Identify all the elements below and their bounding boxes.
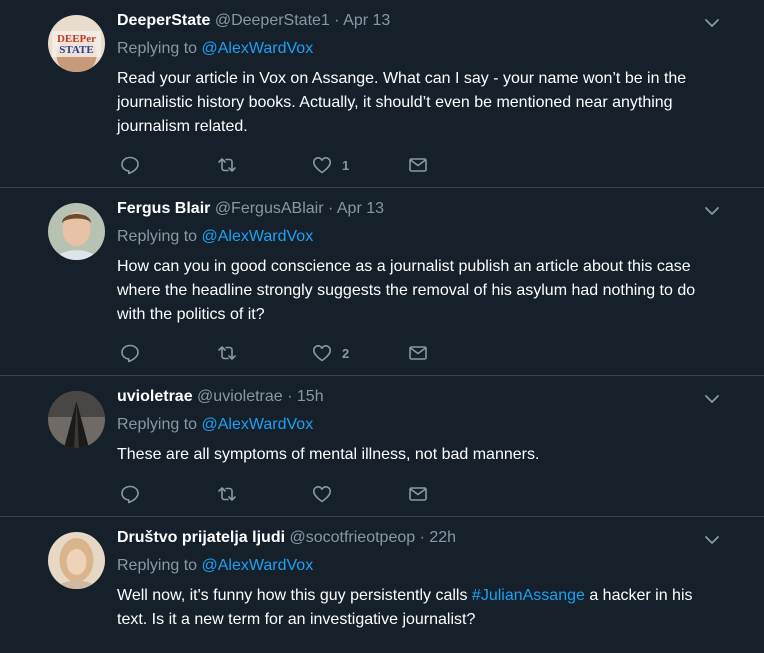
user-handle[interactable]: @socotfrieotpeop bbox=[289, 529, 415, 546]
tweet[interactable]: uvioletrae @uvioletrae · 15h Replying to… bbox=[0, 376, 764, 517]
reply-icon bbox=[121, 156, 139, 175]
reply-button[interactable] bbox=[120, 484, 150, 504]
hashtag-link[interactable]: #JulianAssange bbox=[472, 587, 585, 604]
like-button[interactable]: 1 bbox=[312, 155, 349, 175]
direct-message-button[interactable] bbox=[408, 484, 428, 504]
display-name[interactable]: Društvo prijatelja ljudi bbox=[117, 529, 285, 546]
mention-link[interactable]: @AlexWardVox bbox=[202, 557, 314, 574]
chevron-down-icon[interactable] bbox=[704, 15, 720, 31]
chevron-down-icon[interactable] bbox=[704, 532, 720, 548]
separator: · bbox=[287, 388, 293, 405]
separator: · bbox=[327, 200, 334, 217]
direct-message-icon bbox=[409, 158, 427, 172]
retweet-icon bbox=[218, 346, 236, 360]
like-button[interactable] bbox=[312, 484, 342, 504]
tweet[interactable]: Fergus Blair @FergusABlair · Apr 13 Repl… bbox=[0, 188, 764, 376]
reply-button[interactable] bbox=[120, 155, 150, 175]
reply-icon bbox=[121, 485, 139, 504]
mention-link[interactable]: @AlexWardVox bbox=[202, 416, 314, 433]
mention-link[interactable]: @AlexWardVox bbox=[202, 228, 314, 245]
direct-message-button[interactable] bbox=[408, 155, 428, 175]
retweet-icon bbox=[218, 158, 236, 172]
like-icon bbox=[313, 486, 331, 503]
replying-to: Replying to @AlexWardVox bbox=[117, 39, 313, 59]
tweet-header: Fergus Blair @FergusABlair · Apr 13 bbox=[117, 199, 384, 219]
action-bar: 1 bbox=[117, 155, 437, 175]
mention-link[interactable]: @AlexWardVox bbox=[202, 40, 314, 57]
display-name[interactable]: Fergus Blair bbox=[117, 200, 210, 217]
retweet-button[interactable] bbox=[216, 484, 248, 504]
like-icon bbox=[313, 157, 331, 174]
tweet-header: uvioletrae @uvioletrae · 15h bbox=[117, 387, 324, 407]
display-name[interactable]: DeeperState bbox=[117, 12, 210, 29]
replying-to: Replying to @AlexWardVox bbox=[117, 556, 313, 576]
direct-message-icon bbox=[409, 346, 427, 360]
user-handle[interactable]: @uvioletrae bbox=[197, 388, 283, 405]
avatar[interactable] bbox=[48, 391, 105, 448]
like-button[interactable]: 2 bbox=[312, 343, 349, 363]
replying-to: Replying to @AlexWardVox bbox=[117, 227, 313, 247]
separator: · bbox=[334, 12, 340, 29]
reply-icon bbox=[121, 344, 139, 363]
avatar[interactable] bbox=[48, 203, 105, 260]
tweet-text: How can you in good conscience as a jour… bbox=[117, 258, 696, 323]
tweet[interactable]: Društvo prijatelja ljudi @socotfrieotpeo… bbox=[0, 517, 764, 653]
direct-message-icon bbox=[409, 487, 427, 501]
timestamp[interactable]: Apr 13 bbox=[343, 12, 390, 29]
timestamp[interactable]: Apr 13 bbox=[337, 200, 384, 217]
avatar[interactable] bbox=[48, 532, 105, 589]
retweet-button[interactable] bbox=[216, 155, 248, 175]
svg-text:STATE: STATE bbox=[59, 44, 93, 56]
replying-prefix: Replying to bbox=[117, 416, 202, 433]
user-handle[interactable]: @FergusABlair bbox=[215, 200, 324, 217]
tweet-text: Well now, it's funny how this guy persis… bbox=[117, 584, 727, 632]
replying-prefix: Replying to bbox=[117, 40, 202, 57]
replying-to: Replying to @AlexWardVox bbox=[117, 415, 313, 435]
chevron-down-icon[interactable] bbox=[704, 203, 720, 219]
retweet-icon bbox=[218, 487, 236, 501]
like-icon bbox=[313, 345, 331, 362]
action-bar bbox=[117, 484, 437, 504]
like-count: 2 bbox=[342, 345, 350, 361]
timestamp[interactable]: 22h bbox=[429, 529, 456, 546]
replying-prefix: Replying to bbox=[117, 228, 202, 245]
replying-prefix: Replying to bbox=[117, 557, 202, 574]
tweet-header: Društvo prijatelja ljudi @socotfrieotpeo… bbox=[117, 528, 456, 548]
separator: · bbox=[419, 529, 425, 546]
display-name[interactable]: uvioletrae bbox=[117, 388, 193, 405]
retweet-button[interactable] bbox=[216, 343, 248, 363]
tweet-text-part: Well now, it's funny how this guy persis… bbox=[117, 587, 472, 604]
like-count: 1 bbox=[342, 157, 350, 173]
chevron-down-icon[interactable] bbox=[704, 391, 720, 407]
tweet-text: Read your article in Vox on Assange. Wha… bbox=[117, 70, 687, 135]
tweet-text: These are all symptoms of mental illness… bbox=[117, 446, 540, 463]
tweet-header: DeeperState @DeeperState1 · Apr 13 bbox=[117, 11, 390, 31]
direct-message-button[interactable] bbox=[408, 343, 428, 363]
tweet[interactable]: DEEPer STATE DeeperState @DeeperState1 ·… bbox=[0, 0, 764, 188]
reply-button[interactable] bbox=[120, 343, 150, 363]
avatar[interactable]: DEEPer STATE bbox=[48, 15, 105, 72]
action-bar: 2 bbox=[117, 343, 437, 363]
user-handle[interactable]: @DeeperState1 bbox=[215, 12, 330, 29]
timestamp[interactable]: 15h bbox=[297, 388, 324, 405]
